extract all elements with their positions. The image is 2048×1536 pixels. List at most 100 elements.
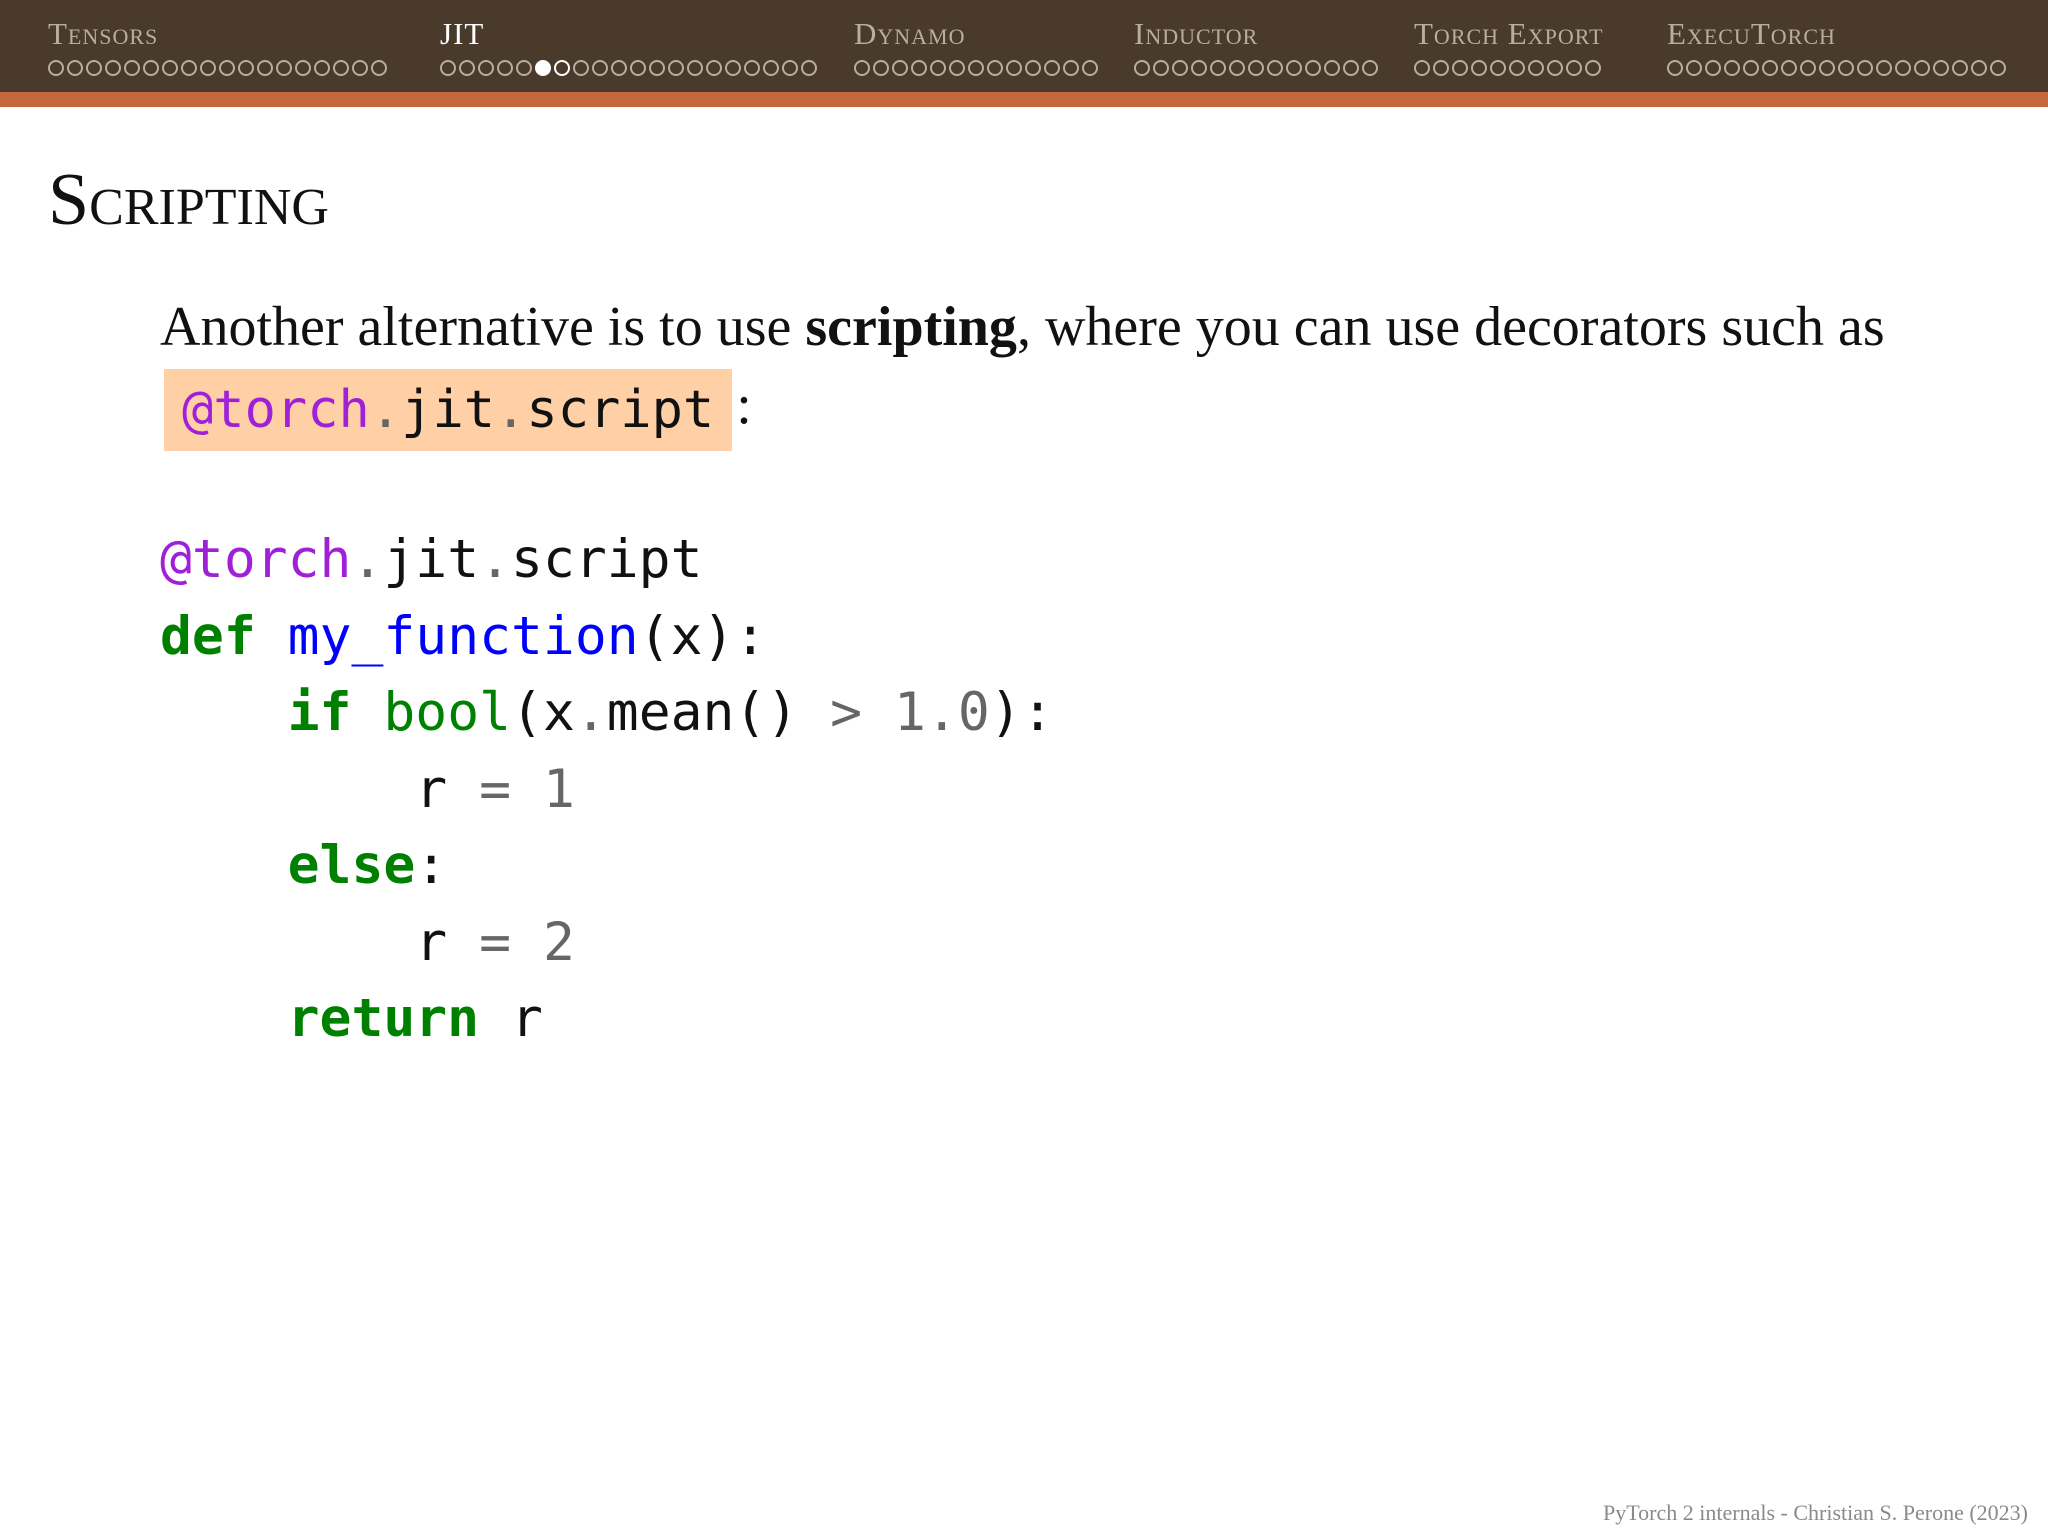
nav-section-executorch[interactable]: ExecuTorch [1667, 18, 2048, 88]
nav-slide-dot[interactable] [67, 60, 83, 76]
nav-slide-dot[interactable] [873, 60, 889, 76]
nav-slide-dot[interactable] [1153, 60, 1169, 76]
nav-slide-dot[interactable] [48, 60, 64, 76]
nav-slide-dot[interactable] [1063, 60, 1079, 76]
nav-slide-dot[interactable] [706, 60, 722, 76]
nav-slide-dot[interactable] [1895, 60, 1911, 76]
nav-slide-dot[interactable] [352, 60, 368, 76]
nav-slide-dot[interactable] [1509, 60, 1525, 76]
nav-slide-dot[interactable] [1971, 60, 1987, 76]
nav-slide-dot[interactable] [592, 60, 608, 76]
nav-slide-dot[interactable] [238, 60, 254, 76]
nav-slide-dot[interactable] [611, 60, 627, 76]
nav-slide-dot[interactable] [371, 60, 387, 76]
nav-slide-dot[interactable] [1781, 60, 1797, 76]
nav-slide-dot[interactable] [162, 60, 178, 76]
nav-slide-dot[interactable] [143, 60, 159, 76]
nav-section-label[interactable]: Inductor [1134, 18, 1412, 49]
nav-section-label[interactable]: JIT [440, 18, 850, 49]
nav-slide-dot[interactable] [668, 60, 684, 76]
nav-slide-dot[interactable] [257, 60, 273, 76]
nav-section-label[interactable]: Torch Export [1414, 18, 1664, 49]
nav-section-dynamo[interactable]: Dynamo [854, 18, 1132, 88]
nav-slide-dot[interactable] [1191, 60, 1207, 76]
nav-section-label[interactable]: Tensors [48, 18, 438, 49]
nav-slide-dot[interactable] [1933, 60, 1949, 76]
nav-slide-dot[interactable] [333, 60, 349, 76]
nav-slide-dot[interactable] [314, 60, 330, 76]
nav-slide-dot[interactable] [440, 60, 456, 76]
nav-slide-dot[interactable] [1210, 60, 1226, 76]
nav-slide-dot[interactable] [1857, 60, 1873, 76]
nav-slide-dot[interactable] [949, 60, 965, 76]
nav-slide-dot[interactable] [1082, 60, 1098, 76]
nav-slide-dot[interactable] [1528, 60, 1544, 76]
nav-slide-dot[interactable] [124, 60, 140, 76]
nav-slide-dot[interactable] [1914, 60, 1930, 76]
nav-slide-dot[interactable] [1819, 60, 1835, 76]
nav-slide-dot[interactable] [725, 60, 741, 76]
nav-slide-dot[interactable] [1433, 60, 1449, 76]
nav-slide-dot[interactable] [1286, 60, 1302, 76]
nav-section-label[interactable]: ExecuTorch [1667, 18, 2048, 49]
nav-slide-dot[interactable] [181, 60, 197, 76]
nav-slide-dot[interactable] [295, 60, 311, 76]
nav-slide-dot[interactable] [497, 60, 513, 76]
nav-slide-dot[interactable] [649, 60, 665, 76]
nav-slide-dot[interactable] [687, 60, 703, 76]
nav-slide-dot[interactable] [1343, 60, 1359, 76]
nav-slide-dot[interactable] [892, 60, 908, 76]
nav-slide-dot[interactable] [1044, 60, 1060, 76]
nav-slide-dot[interactable] [459, 60, 475, 76]
nav-slide-dot[interactable] [1490, 60, 1506, 76]
nav-slide-dot[interactable] [573, 60, 589, 76]
nav-slide-dot[interactable] [86, 60, 102, 76]
nav-section-tensors[interactable]: Tensors [48, 18, 438, 88]
nav-slide-dot[interactable] [535, 60, 551, 76]
nav-slide-dot[interactable] [911, 60, 927, 76]
nav-slide-dot[interactable] [744, 60, 760, 76]
nav-slide-dot[interactable] [1762, 60, 1778, 76]
nav-slide-dot[interactable] [782, 60, 798, 76]
nav-section-label[interactable]: Dynamo [854, 18, 1132, 49]
nav-slide-dot[interactable] [1667, 60, 1683, 76]
nav-slide-dot[interactable] [987, 60, 1003, 76]
nav-slide-dot[interactable] [801, 60, 817, 76]
nav-slide-dot[interactable] [1134, 60, 1150, 76]
nav-slide-dot[interactable] [105, 60, 121, 76]
nav-slide-dot[interactable] [200, 60, 216, 76]
nav-slide-dot[interactable] [1547, 60, 1563, 76]
nav-slide-dot[interactable] [1414, 60, 1430, 76]
nav-slide-dot[interactable] [1229, 60, 1245, 76]
nav-slide-dot[interactable] [1800, 60, 1816, 76]
nav-slide-dot[interactable] [276, 60, 292, 76]
nav-slide-dot[interactable] [478, 60, 494, 76]
nav-slide-dot[interactable] [1566, 60, 1582, 76]
nav-slide-dot[interactable] [1452, 60, 1468, 76]
nav-slide-dot[interactable] [1990, 60, 2006, 76]
nav-slide-dot[interactable] [1743, 60, 1759, 76]
nav-slide-dot[interactable] [1876, 60, 1892, 76]
nav-slide-dot[interactable] [1952, 60, 1968, 76]
nav-slide-dot[interactable] [219, 60, 235, 76]
nav-section-jit[interactable]: JIT [440, 18, 850, 88]
nav-slide-dot[interactable] [516, 60, 532, 76]
nav-slide-dot[interactable] [763, 60, 779, 76]
nav-slide-dot[interactable] [1362, 60, 1378, 76]
nav-slide-dot[interactable] [1585, 60, 1601, 76]
nav-slide-dot[interactable] [1724, 60, 1740, 76]
nav-slide-dot[interactable] [1305, 60, 1321, 76]
nav-slide-dot[interactable] [854, 60, 870, 76]
nav-slide-dot[interactable] [1471, 60, 1487, 76]
nav-slide-dot[interactable] [1686, 60, 1702, 76]
nav-slide-dot[interactable] [930, 60, 946, 76]
nav-slide-dot[interactable] [1025, 60, 1041, 76]
nav-slide-dot[interactable] [1267, 60, 1283, 76]
nav-slide-dot[interactable] [1172, 60, 1188, 76]
nav-slide-dot[interactable] [1248, 60, 1264, 76]
nav-section-inductor[interactable]: Inductor [1134, 18, 1412, 88]
nav-slide-dot[interactable] [1006, 60, 1022, 76]
nav-section-torch-export[interactable]: Torch Export [1414, 18, 1664, 88]
nav-slide-dot[interactable] [1324, 60, 1340, 76]
nav-slide-dot[interactable] [968, 60, 984, 76]
